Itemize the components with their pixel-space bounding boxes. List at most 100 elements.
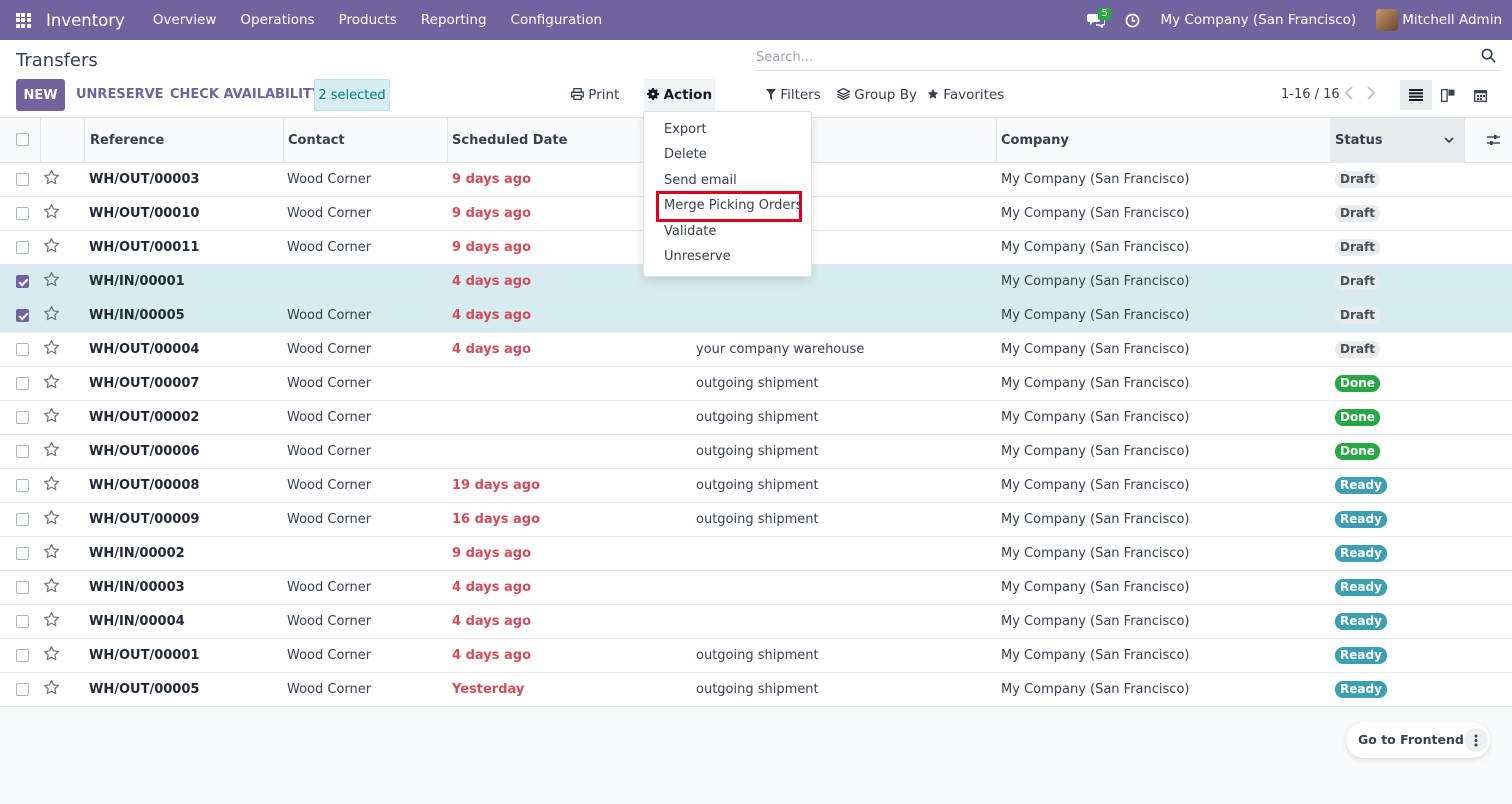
menu-reporting[interactable]: Reporting <box>409 0 499 40</box>
scheduled-date-cell: 4 days ago <box>452 648 531 663</box>
favorite-star-icon[interactable] <box>43 645 60 666</box>
table-row[interactable]: WH/IN/00002 9 days ago My Company (San Fra… <box>0 537 1512 571</box>
row-checkbox[interactable] <box>16 173 29 186</box>
favorite-star-icon[interactable] <box>43 543 60 564</box>
row-checkbox[interactable] <box>16 479 29 492</box>
favorite-star-icon[interactable] <box>43 271 60 292</box>
favorite-star-icon[interactable] <box>43 577 60 598</box>
more-options-button[interactable] <box>1464 728 1488 752</box>
row-checkbox[interactable] <box>16 445 29 458</box>
select-all-checkbox[interactable] <box>16 133 29 146</box>
column-reference[interactable]: Reference <box>85 118 284 163</box>
row-checkbox[interactable] <box>16 615 29 628</box>
table-row[interactable]: WH/OUT/00004 Wood Corner 4 days ago your co… <box>0 333 1512 367</box>
table-row[interactable]: WH/OUT/00005 Wood Corner Yesterday outgoing… <box>0 673 1512 707</box>
favorite-star-icon[interactable] <box>43 407 60 428</box>
pager-previous-button[interactable] <box>1344 85 1354 104</box>
row-checkbox[interactable] <box>16 649 29 662</box>
action-export[interactable]: Export <box>664 120 707 140</box>
contact-cell: Wood Corner <box>287 580 372 595</box>
favorite-star-icon[interactable] <box>43 475 60 496</box>
print-button[interactable]: Print <box>565 79 625 111</box>
group-by-label: Group By <box>854 87 917 103</box>
chevron-left-icon <box>1344 86 1353 100</box>
row-checkbox[interactable] <box>16 275 29 288</box>
row-checkbox[interactable] <box>16 207 29 220</box>
row-checkbox[interactable] <box>16 683 29 696</box>
go-to-frontend-button[interactable]: Go to Frontend <box>1358 722 1464 758</box>
optional-columns-toggle[interactable] <box>1479 118 1512 163</box>
favorite-star-icon[interactable] <box>43 237 60 258</box>
table-row[interactable]: WH/OUT/00007 Wood Corner outgoing shipment… <box>0 367 1512 401</box>
company-switcher[interactable]: My Company (San Francisco) <box>1150 12 1366 28</box>
new-button[interactable]: NEW <box>16 79 65 111</box>
kanban-view-button[interactable] <box>1432 80 1464 110</box>
chat-button[interactable]: 5 <box>1078 0 1114 40</box>
menu-operations[interactable]: Operations <box>228 0 326 40</box>
status-badge: Ready <box>1335 681 1387 698</box>
action-validate[interactable]: Validate <box>664 222 716 242</box>
favorite-star-icon[interactable] <box>43 203 60 224</box>
row-checkbox[interactable] <box>16 581 29 594</box>
favorites-button[interactable]: Favorites <box>927 80 1004 110</box>
menu-overview[interactable]: Overview <box>141 0 229 40</box>
app-name[interactable]: Inventory <box>46 11 125 30</box>
favorite-star-icon[interactable] <box>43 509 60 530</box>
unreserve-button[interactable]: UNRESERVE <box>76 79 164 111</box>
favorite-star-icon[interactable] <box>43 339 60 360</box>
table-row[interactable]: WH/OUT/00002 Wood Corner outgoing shipment… <box>0 401 1512 435</box>
row-checkbox[interactable] <box>16 309 29 322</box>
column-contact[interactable]: Contact <box>284 118 448 163</box>
company-cell: My Company (San Francisco) <box>1001 172 1190 187</box>
table-row[interactable]: WH/IN/00004 Wood Corner 4 days ago My Compa… <box>0 605 1512 639</box>
company-cell: My Company (San Francisco) <box>1001 580 1190 595</box>
pager-next-button[interactable] <box>1366 85 1376 104</box>
group-by-button[interactable]: Group By <box>836 80 917 110</box>
favorite-star-icon[interactable] <box>43 611 60 632</box>
selected-count-badge[interactable]: 2 selected <box>314 79 390 111</box>
action-merge-picking-orders[interactable]: Merge Picking Orders <box>664 196 803 216</box>
menu-configuration[interactable]: Configuration <box>499 0 615 40</box>
status-badge: Draft <box>1335 341 1380 358</box>
favorite-star-icon[interactable] <box>43 441 60 462</box>
table-row[interactable]: WH/OUT/00009 Wood Corner 16 days ago outgoi… <box>0 503 1512 537</box>
favorite-star-icon[interactable] <box>43 373 60 394</box>
app-menu-icon[interactable] <box>0 0 46 40</box>
row-checkbox[interactable] <box>16 241 29 254</box>
avatar[interactable] <box>1376 9 1399 31</box>
calendar-view-button[interactable] <box>1464 80 1496 110</box>
activity-button[interactable] <box>1114 0 1150 40</box>
table-row[interactable]: WH/OUT/00001 Wood Corner 4 days ago outgoin… <box>0 639 1512 673</box>
search-input[interactable] <box>756 45 1466 70</box>
table-row[interactable]: WH/IN/00005 Wood Corner 4 days ago My Compa… <box>0 299 1512 333</box>
column-company[interactable]: Company <box>997 118 1331 163</box>
scheduled-date-cell: 4 days ago <box>452 342 531 357</box>
printer-icon <box>571 87 584 101</box>
favorite-star-icon[interactable] <box>43 679 60 700</box>
column-status-label: Status <box>1335 133 1383 148</box>
contact-cell: Wood Corner <box>287 342 372 357</box>
pager-value[interactable]: 1-16 / 16 <box>1281 80 1340 110</box>
favorite-star-icon[interactable] <box>43 305 60 326</box>
user-menu[interactable]: Mitchell Admin <box>1402 12 1512 28</box>
action-button[interactable]: Action <box>644 79 715 111</box>
table-row[interactable]: WH/OUT/00006 Wood Corner outgoing shipment… <box>0 435 1512 469</box>
table-row[interactable]: WH/OUT/00008 Wood Corner 19 days ago outgoi… <box>0 469 1512 503</box>
row-checkbox[interactable] <box>16 377 29 390</box>
check-availability-button[interactable]: CHECK AVAILABILITY <box>170 79 321 111</box>
action-delete[interactable]: Delete <box>664 145 707 165</box>
page-title[interactable]: Transfers <box>16 50 98 71</box>
row-checkbox[interactable] <box>16 513 29 526</box>
search-icon[interactable] <box>1481 48 1496 63</box>
action-unreserve[interactable]: Unreserve <box>664 247 731 267</box>
filters-button[interactable]: Filters <box>766 80 821 110</box>
row-checkbox[interactable] <box>16 343 29 356</box>
favorite-star-icon[interactable] <box>43 169 60 190</box>
table-row[interactable]: WH/IN/00003 Wood Corner 4 days ago My Compa… <box>0 571 1512 605</box>
column-status[interactable]: Status <box>1331 118 1465 163</box>
list-view-button[interactable] <box>1400 80 1432 110</box>
menu-products[interactable]: Products <box>327 0 409 40</box>
row-checkbox[interactable] <box>16 547 29 560</box>
action-send-email[interactable]: Send email <box>664 171 737 191</box>
row-checkbox[interactable] <box>16 411 29 424</box>
